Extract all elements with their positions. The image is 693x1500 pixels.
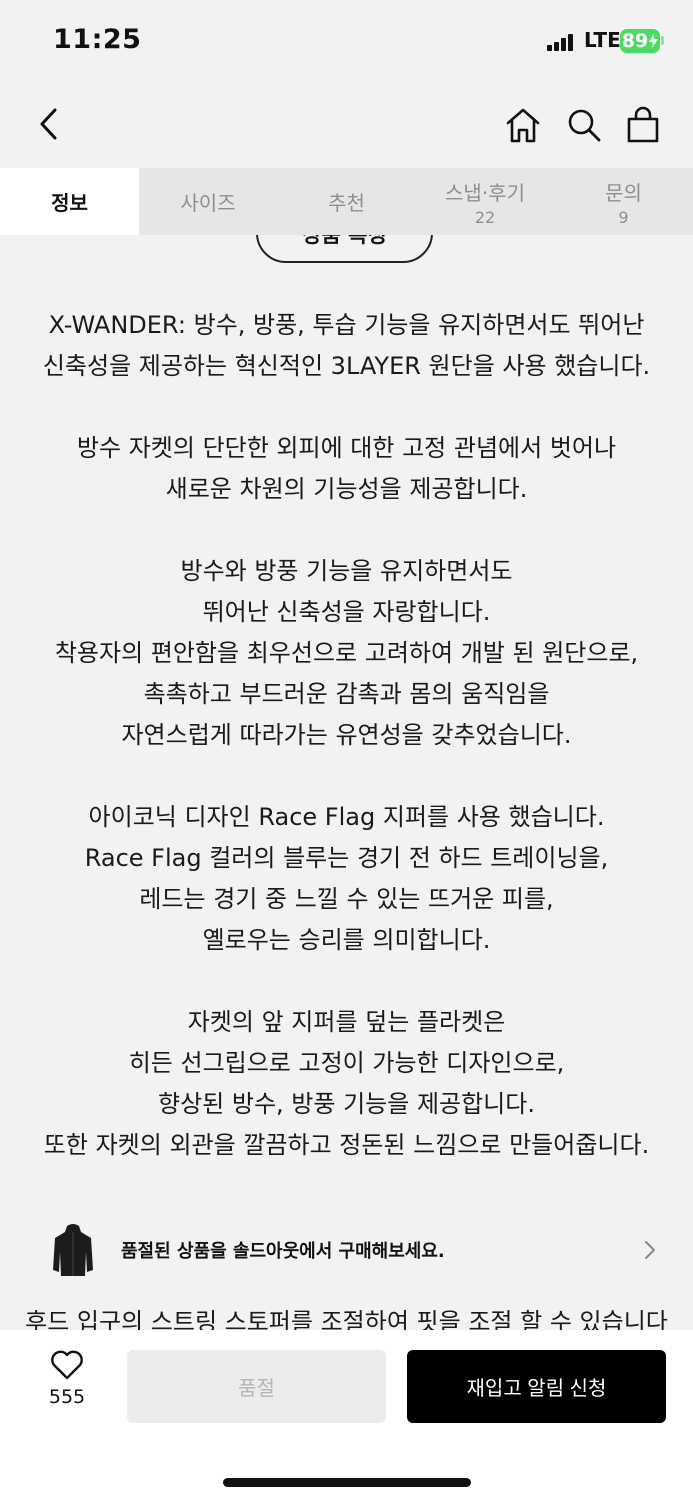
soldout-banner-text: 품절된 상품을 솔드아웃에서 구매해보세요. <box>121 1241 445 1262</box>
product-detail-content: 상품 특징 X-WANDER: 방수, 방풍, 투습 기능을 유지하면서도 뛰어… <box>0 235 693 1330</box>
tab-snap-review[interactable]: 스냅·후기 22 <box>416 168 554 235</box>
home-icon <box>506 108 540 143</box>
description-line: 새로운 차원의 기능성을 제공합니다. <box>165 475 528 503</box>
description-paragraph: 방수 자켓의 단단한 외피에 대한 고정 관념에서 벗어나 새로운 차원의 기능… <box>0 428 693 510</box>
description-line: 후드 입구의 스트링 스토퍼를 조절하여 핏을 조절 할 수 있습니다 <box>25 1308 668 1330</box>
tab-inquiry[interactable]: 문의 9 <box>554 168 693 235</box>
search-button[interactable] <box>561 102 607 148</box>
status-time: 11:25 <box>53 24 142 55</box>
nav-bar <box>0 84 693 168</box>
description-line: 아이코닉 디자인 Race Flag 지퍼를 사용 했습니다. <box>88 803 605 831</box>
shopping-bag-icon <box>627 106 659 143</box>
jacket-thumbnail <box>45 1218 101 1282</box>
jacket-image <box>53 1224 93 1276</box>
battery-level: 89 <box>621 30 649 52</box>
tab-info[interactable]: 정보 <box>0 168 139 235</box>
description-line: X-WANDER: 방수, 방풍, 투습 기능을 유지하면서도 뛰어난 <box>48 311 645 339</box>
chevron-right-icon <box>635 1240 665 1260</box>
description-line: 레드는 경기 중 느낄 수 있는 뜨거운 피를, <box>139 885 554 913</box>
like-count: 555 <box>48 1386 86 1408</box>
home-button[interactable] <box>500 102 546 148</box>
tab-count: 22 <box>474 207 496 227</box>
soldout-button[interactable]: 품절 <box>127 1350 386 1423</box>
description-line: 자켓의 앞 지퍼를 덮는 플라켓은 <box>187 1008 506 1036</box>
search-icon <box>568 109 601 142</box>
restock-notify-button[interactable]: 재입고 알림 신청 <box>407 1350 666 1423</box>
tab-label: 스냅·후기 <box>445 180 525 205</box>
tab-label: 추천 <box>328 191 365 215</box>
description-paragraph: 자켓의 앞 지퍼를 덮는 플라켓은 히든 선그립으로 고정이 가능한 디자인으로… <box>0 1002 693 1166</box>
description-line: 또한 자켓의 외관을 깔끔하고 정돈된 느낌으로 만들어줍니다. <box>43 1131 650 1159</box>
description-paragraph: X-WANDER: 방수, 방풍, 투습 기능을 유지하면서도 뛰어난 신축성을… <box>0 305 693 387</box>
home-indicator <box>223 1478 471 1487</box>
chevron-left-icon <box>40 108 57 140</box>
description-line: 히든 선그립으로 고정이 가능한 디자인으로, <box>128 1049 565 1077</box>
tab-count: 9 <box>618 207 629 227</box>
back-button[interactable] <box>28 102 68 146</box>
tab-bar: 정보 사이즈 추천 스냅·후기 22 문의 9 <box>0 168 693 235</box>
bottom-action-bar: 555 품절 재입고 알림 신청 <box>0 1330 693 1500</box>
battery-nub <box>661 36 664 45</box>
battery-icon: 89 <box>620 29 660 53</box>
network-label: LTE <box>584 28 621 52</box>
tab-size[interactable]: 사이즈 <box>139 168 277 235</box>
signal-icon <box>547 33 577 51</box>
description-line: 방수 자켓의 단단한 외피에 대한 고정 관념에서 벗어나 <box>76 434 617 462</box>
section-title: 상품 특징 <box>256 235 433 263</box>
description-paragraph: 방수와 방풍 기능을 유지하면서도 뛰어난 신축성을 자랑합니다. 착용자의 편… <box>0 551 693 756</box>
cart-button[interactable] <box>620 102 666 148</box>
description-line: 옐로우는 승리를 의미합니다. <box>202 926 491 954</box>
description-line: 촉촉하고 부드러운 감촉과 몸의 움직임을 <box>143 680 550 708</box>
description-line: 신축성을 제공하는 혁신적인 3LAYER 원단을 사용 했습니다. <box>42 352 651 380</box>
description-line: 방수와 방풍 기능을 유지하면서도 <box>180 557 513 585</box>
description-line: Race Flag 컬러의 블루는 경기 전 하드 트레이닝을, <box>84 844 609 872</box>
description-line: 자연스럽게 따라가는 유연성을 갖추었습니다. <box>121 721 572 749</box>
screen: 11:25 LTE 89 정보 사이즈 추천 스냅·후기 22 문의 9 상품 … <box>0 0 693 1500</box>
description-line: 뛰어난 신축성을 자랑합니다. <box>202 598 491 626</box>
status-bar: 11:25 LTE 89 <box>0 0 693 84</box>
description-paragraph: 아이코닉 디자인 Race Flag 지퍼를 사용 했습니다. Race Fla… <box>0 797 693 961</box>
heart-icon <box>51 1350 83 1380</box>
charging-icon <box>649 34 659 48</box>
like-button[interactable]: 555 <box>37 1350 97 1420</box>
description-line: 향상된 방수, 방풍 기능을 제공합니다. <box>158 1090 535 1118</box>
description-line: 착용자의 편안함을 최우선으로 고려하여 개발 된 원단으로, <box>54 639 639 667</box>
soldout-banner[interactable]: 품절된 상품을 솔드아웃에서 구매해보세요. <box>45 1217 665 1283</box>
tab-label: 정보 <box>51 191 88 215</box>
tab-label: 문의 <box>605 180 642 205</box>
product-description: X-WANDER: 방수, 방풍, 투습 기능을 유지하면서도 뛰어난 신축성을… <box>0 305 693 1207</box>
tab-recommend[interactable]: 추천 <box>277 168 416 235</box>
tab-label: 사이즈 <box>180 191 236 215</box>
